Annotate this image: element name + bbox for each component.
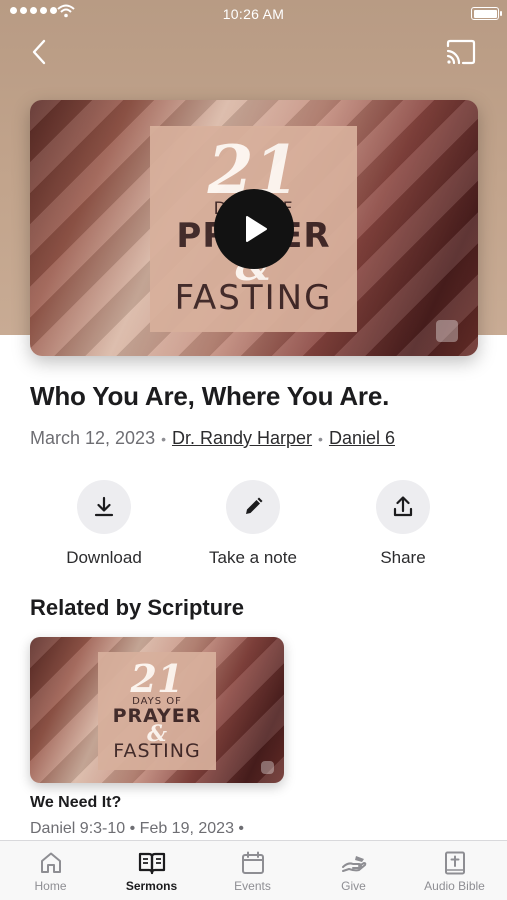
home-icon bbox=[40, 852, 61, 873]
tab-give-label: Give bbox=[341, 879, 366, 893]
back-button[interactable] bbox=[26, 36, 54, 68]
giving-hand-icon bbox=[341, 856, 366, 872]
status-bar: 10:26 AM bbox=[0, 0, 507, 28]
related-artwork-panel: 21 DAYS OF PRAYER & FASTING bbox=[98, 652, 216, 770]
cast-icon bbox=[446, 39, 476, 65]
church-logo-badge bbox=[436, 320, 458, 342]
tab-events-label: Events bbox=[234, 879, 271, 893]
related-sermon-title[interactable]: We Need It? bbox=[30, 794, 121, 812]
play-button[interactable] bbox=[214, 189, 294, 269]
artwork-number: 21 bbox=[130, 655, 184, 701]
download-icon bbox=[94, 496, 114, 517]
chevron-left-icon bbox=[32, 39, 46, 65]
bible-icon bbox=[444, 851, 465, 875]
tab-bar: Home Sermons Events Give Audio Bible bbox=[0, 840, 507, 900]
download-button[interactable]: Download bbox=[29, 480, 179, 568]
related-sermon-card[interactable]: 21 DAYS OF PRAYER & FASTING bbox=[30, 637, 284, 783]
separator-dot: • bbox=[318, 430, 323, 447]
take-note-label: Take a note bbox=[209, 548, 297, 567]
sermon-date: March 12, 2023 bbox=[30, 428, 156, 448]
calendar-icon bbox=[241, 851, 264, 874]
separator-dot: • bbox=[161, 430, 166, 447]
tab-home-label: Home bbox=[34, 879, 67, 893]
sermon-title: Who You Are, Where You Are. bbox=[30, 381, 390, 411]
play-icon bbox=[246, 216, 267, 242]
church-logo-badge bbox=[261, 761, 274, 774]
pencil-icon bbox=[246, 497, 263, 514]
tab-give[interactable]: Give bbox=[303, 841, 404, 900]
artwork-fasting: FASTING bbox=[113, 739, 201, 762]
speaker-link[interactable]: Dr. Randy Harper bbox=[172, 428, 312, 449]
tab-audio-bible-label: Audio Bible bbox=[424, 879, 485, 893]
book-open-icon bbox=[138, 852, 165, 875]
related-sermon-meta: Daniel 9:3-10 • Feb 19, 2023 • bbox=[30, 820, 245, 837]
tab-home[interactable]: Home bbox=[0, 841, 101, 900]
status-time: 10:26 AM bbox=[222, 6, 285, 22]
share-button[interactable]: Share bbox=[328, 480, 478, 568]
battery-icon bbox=[471, 7, 502, 20]
related-heading: Related by Scripture bbox=[30, 595, 244, 620]
tab-events[interactable]: Events bbox=[202, 841, 303, 900]
take-note-button[interactable]: Take a note bbox=[178, 480, 328, 568]
sermon-meta: March 12, 2023 • Dr. Randy Harper • Dani… bbox=[30, 428, 395, 449]
scripture-link[interactable]: Daniel 6 bbox=[329, 428, 395, 449]
cast-button[interactable] bbox=[444, 38, 478, 66]
share-icon bbox=[393, 496, 413, 517]
download-label: Download bbox=[66, 548, 142, 567]
tab-audio-bible[interactable]: Audio Bible bbox=[404, 841, 505, 900]
tab-sermons[interactable]: Sermons bbox=[101, 841, 202, 900]
artwork-fasting: FASTING bbox=[174, 278, 333, 318]
tab-sermons-label: Sermons bbox=[125, 879, 178, 893]
share-label: Share bbox=[380, 548, 426, 567]
